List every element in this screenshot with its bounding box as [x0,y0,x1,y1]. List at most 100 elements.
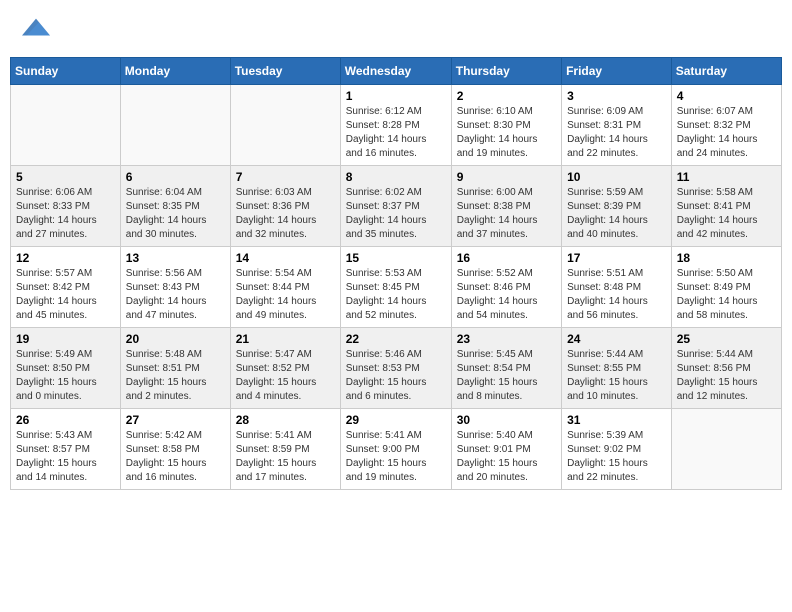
day-number: 28 [236,413,335,427]
calendar-cell: 21 Sunrise: 5:47 AM Sunset: 8:52 PM Dayli… [230,328,340,409]
calendar-cell: 13 Sunrise: 5:56 AM Sunset: 8:43 PM Dayli… [120,247,230,328]
day-info: Sunrise: 5:59 AM Sunset: 8:39 PM Dayligh… [567,186,666,242]
day-number: 10 [567,170,666,184]
day-info: Sunrise: 5:42 AM Sunset: 8:58 PM Dayligh… [126,429,225,485]
day-number: 19 [16,332,115,346]
calendar-cell: 9 Sunrise: 6:00 AM Sunset: 8:38 PM Daylig… [451,166,561,247]
day-number: 1 [346,89,446,103]
day-number: 16 [457,251,556,265]
day-info: Sunrise: 6:04 AM Sunset: 8:35 PM Dayligh… [126,186,225,242]
calendar-cell: 20 Sunrise: 5:48 AM Sunset: 8:51 PM Dayli… [120,328,230,409]
calendar-cell: 7 Sunrise: 6:03 AM Sunset: 8:36 PM Daylig… [230,166,340,247]
day-number: 15 [346,251,446,265]
calendar-cell: 25 Sunrise: 5:44 AM Sunset: 8:56 PM Dayli… [671,328,781,409]
calendar-week-row: 12 Sunrise: 5:57 AM Sunset: 8:42 PM Dayli… [11,247,782,328]
calendar-cell: 1 Sunrise: 6:12 AM Sunset: 8:28 PM Daylig… [340,85,451,166]
weekday-header: Monday [120,58,230,85]
day-info: Sunrise: 6:10 AM Sunset: 8:30 PM Dayligh… [457,105,556,161]
day-number: 3 [567,89,666,103]
calendar-cell: 16 Sunrise: 5:52 AM Sunset: 8:46 PM Dayli… [451,247,561,328]
calendar-cell: 15 Sunrise: 5:53 AM Sunset: 8:45 PM Dayli… [340,247,451,328]
calendar-cell: 18 Sunrise: 5:50 AM Sunset: 8:49 PM Dayli… [671,247,781,328]
day-info: Sunrise: 5:47 AM Sunset: 8:52 PM Dayligh… [236,348,335,404]
calendar-cell: 4 Sunrise: 6:07 AM Sunset: 8:32 PM Daylig… [671,85,781,166]
day-info: Sunrise: 5:51 AM Sunset: 8:48 PM Dayligh… [567,267,666,323]
calendar-week-row: 26 Sunrise: 5:43 AM Sunset: 8:57 PM Dayli… [11,409,782,490]
day-number: 29 [346,413,446,427]
logo-icon [22,14,50,42]
day-number: 27 [126,413,225,427]
calendar-cell: 5 Sunrise: 6:06 AM Sunset: 8:33 PM Daylig… [11,166,121,247]
calendar-cell [120,85,230,166]
calendar-week-row: 5 Sunrise: 6:06 AM Sunset: 8:33 PM Daylig… [11,166,782,247]
calendar-cell: 31 Sunrise: 5:39 AM Sunset: 9:02 PM Dayli… [562,409,672,490]
calendar-cell: 23 Sunrise: 5:45 AM Sunset: 8:54 PM Dayli… [451,328,561,409]
calendar-cell: 2 Sunrise: 6:10 AM Sunset: 8:30 PM Daylig… [451,85,561,166]
calendar-cell [230,85,340,166]
day-info: Sunrise: 5:56 AM Sunset: 8:43 PM Dayligh… [126,267,225,323]
day-number: 7 [236,170,335,184]
calendar: SundayMondayTuesdayWednesdayThursdayFrid… [10,57,782,490]
day-info: Sunrise: 6:00 AM Sunset: 8:38 PM Dayligh… [457,186,556,242]
day-info: Sunrise: 5:58 AM Sunset: 8:41 PM Dayligh… [677,186,776,242]
calendar-week-row: 19Sunrise: 5:49 AM Sunset: 8:50 PM Dayli… [11,328,782,409]
day-number: 21 [236,332,335,346]
day-info: Sunrise: 6:09 AM Sunset: 8:31 PM Dayligh… [567,105,666,161]
day-number: 20 [126,332,225,346]
calendar-cell: 22Sunrise: 5:46 AM Sunset: 8:53 PM Dayli… [340,328,451,409]
calendar-cell: 28 Sunrise: 5:41 AM Sunset: 8:59 PM Dayli… [230,409,340,490]
day-info: Sunrise: 5:45 AM Sunset: 8:54 PM Dayligh… [457,348,556,404]
day-number: 31 [567,413,666,427]
calendar-cell: 26 Sunrise: 5:43 AM Sunset: 8:57 PM Dayli… [11,409,121,490]
calendar-cell [11,85,121,166]
day-number: 26 [16,413,115,427]
day-info: Sunrise: 5:41 AM Sunset: 9:00 PM Dayligh… [346,429,446,485]
calendar-cell: 6 Sunrise: 6:04 AM Sunset: 8:35 PM Daylig… [120,166,230,247]
day-info: Sunrise: 5:57 AM Sunset: 8:42 PM Dayligh… [16,267,115,323]
day-info: Sunrise: 6:07 AM Sunset: 8:32 PM Dayligh… [677,105,776,161]
day-number: 4 [677,89,776,103]
day-info: Sunrise: 6:12 AM Sunset: 8:28 PM Dayligh… [346,105,446,161]
day-info: Sunrise: 5:41 AM Sunset: 8:59 PM Dayligh… [236,429,335,485]
day-number: 11 [677,170,776,184]
calendar-cell: 8Sunrise: 6:02 AM Sunset: 8:37 PM Daylig… [340,166,451,247]
calendar-cell: 19Sunrise: 5:49 AM Sunset: 8:50 PM Dayli… [11,328,121,409]
day-number: 23 [457,332,556,346]
weekday-header: Tuesday [230,58,340,85]
day-info: Sunrise: 5:48 AM Sunset: 8:51 PM Dayligh… [126,348,225,404]
calendar-cell: 30Sunrise: 5:40 AM Sunset: 9:01 PM Dayli… [451,409,561,490]
weekday-header: Friday [562,58,672,85]
calendar-cell: 14Sunrise: 5:54 AM Sunset: 8:44 PM Dayli… [230,247,340,328]
day-info: Sunrise: 5:46 AM Sunset: 8:53 PM Dayligh… [346,348,446,404]
day-info: Sunrise: 6:06 AM Sunset: 8:33 PM Dayligh… [16,186,115,242]
day-number: 5 [16,170,115,184]
calendar-cell [671,409,781,490]
day-info: Sunrise: 5:43 AM Sunset: 8:57 PM Dayligh… [16,429,115,485]
calendar-cell: 12 Sunrise: 5:57 AM Sunset: 8:42 PM Dayli… [11,247,121,328]
day-number: 2 [457,89,556,103]
calendar-cell: 3 Sunrise: 6:09 AM Sunset: 8:31 PM Daylig… [562,85,672,166]
day-number: 9 [457,170,556,184]
day-info: Sunrise: 5:50 AM Sunset: 8:49 PM Dayligh… [677,267,776,323]
day-info: Sunrise: 5:39 AM Sunset: 9:02 PM Dayligh… [567,429,666,485]
weekday-header: Sunday [11,58,121,85]
calendar-cell: 11 Sunrise: 5:58 AM Sunset: 8:41 PM Dayli… [671,166,781,247]
day-info: Sunrise: 5:44 AM Sunset: 8:55 PM Dayligh… [567,348,666,404]
day-info: Sunrise: 6:03 AM Sunset: 8:36 PM Dayligh… [236,186,335,242]
day-number: 6 [126,170,225,184]
day-number: 17 [567,251,666,265]
day-number: 25 [677,332,776,346]
day-number: 12 [16,251,115,265]
weekday-header-row: SundayMondayTuesdayWednesdayThursdayFrid… [11,58,782,85]
page-header [10,10,782,51]
day-info: Sunrise: 5:53 AM Sunset: 8:45 PM Dayligh… [346,267,446,323]
day-info: Sunrise: 5:52 AM Sunset: 8:46 PM Dayligh… [457,267,556,323]
weekday-header: Wednesday [340,58,451,85]
day-info: Sunrise: 5:44 AM Sunset: 8:56 PM Dayligh… [677,348,776,404]
day-number: 18 [677,251,776,265]
day-number: 13 [126,251,225,265]
weekday-header: Thursday [451,58,561,85]
day-number: 30 [457,413,556,427]
day-number: 8 [346,170,446,184]
day-info: Sunrise: 5:54 AM Sunset: 8:44 PM Dayligh… [236,267,335,323]
